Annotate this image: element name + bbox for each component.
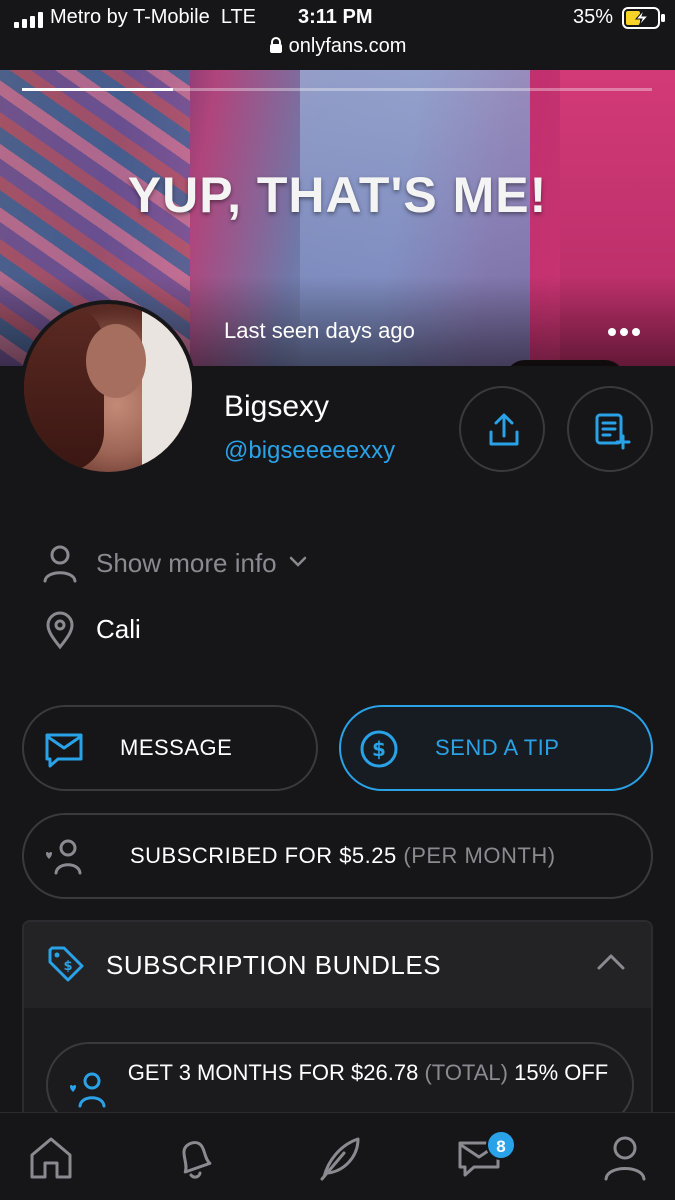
- clock: 3:11 PM: [298, 6, 373, 28]
- bundles-title: SUBSCRIPTION BUNDLES: [106, 950, 442, 980]
- add-to-list-icon: [595, 413, 631, 450]
- send-tip-label: SEND A TIP: [435, 735, 560, 760]
- location-row: Cali: [42, 610, 141, 657]
- share-button[interactable]: [459, 386, 545, 472]
- lock-icon: [269, 37, 282, 53]
- story-progress-bar: [22, 88, 652, 91]
- price-tag-icon: $: [48, 946, 84, 982]
- battery-charging-icon: [622, 7, 665, 29]
- subscription-status-button[interactable]: SUBSCRIBED FOR $5.25 (PER MONTH): [22, 813, 653, 899]
- share-icon: [489, 413, 519, 446]
- message-icon: [45, 733, 83, 768]
- chevron-down-icon: [289, 556, 307, 567]
- show-more-info[interactable]: Show more info: [42, 544, 307, 591]
- profile-icon[interactable]: [600, 1133, 650, 1183]
- last-seen-status: Last seen days ago: [224, 318, 415, 343]
- chevron-up-icon[interactable]: [596, 952, 626, 972]
- profile-handle[interactable]: @bigseeeeexxy: [224, 437, 395, 465]
- home-icon[interactable]: [26, 1133, 76, 1183]
- add-to-list-button[interactable]: [567, 386, 653, 472]
- message-label: MESSAGE: [120, 735, 233, 760]
- carrier-label: Metro by T-Mobile LTE: [50, 6, 257, 28]
- status-bar: Metro by T-Mobile LTE 3:11 PM 35% onlyfa…: [0, 0, 675, 70]
- subscribed-period: (PER MONTH): [403, 843, 556, 868]
- message-button[interactable]: MESSAGE: [22, 705, 318, 791]
- avatar[interactable]: [20, 300, 196, 476]
- dollar-circle-icon: $: [360, 730, 398, 768]
- address-bar[interactable]: onlyfans.com: [0, 35, 675, 58]
- location-pin-icon: [46, 611, 74, 650]
- cover-caption: YUP, THAT'S ME!: [127, 167, 548, 223]
- feather-icon[interactable]: [314, 1133, 364, 1183]
- subscribed-user-icon: [45, 839, 82, 875]
- location-label: Cali: [96, 614, 141, 644]
- show-more-label: Show more info: [96, 548, 277, 578]
- subscribed-price: SUBSCRIBED FOR $5.25: [130, 843, 397, 868]
- svg-text:$: $: [63, 959, 72, 974]
- more-options-icon[interactable]: [606, 326, 642, 338]
- subscribe-user-icon: [69, 1072, 106, 1108]
- signal-icon: [14, 12, 43, 28]
- send-tip-button[interactable]: $ SEND A TIP: [339, 705, 653, 791]
- bell-icon[interactable]: [170, 1133, 220, 1183]
- bottom-nav: 8: [0, 1112, 675, 1200]
- bundles-header[interactable]: $ SUBSCRIPTION BUNDLES: [24, 922, 651, 1008]
- url-text: onlyfans.com: [288, 35, 407, 57]
- bundle-label: GET 3 MONTHS FOR $26.78 (TOTAL) 15% OFF: [127, 1060, 609, 1085]
- messages-badge: 8: [486, 1130, 516, 1160]
- svg-text:$: $: [372, 737, 386, 761]
- profile-name: Bigsexy: [224, 390, 330, 423]
- battery-percent: 35%: [573, 6, 614, 28]
- user-icon: [43, 545, 77, 583]
